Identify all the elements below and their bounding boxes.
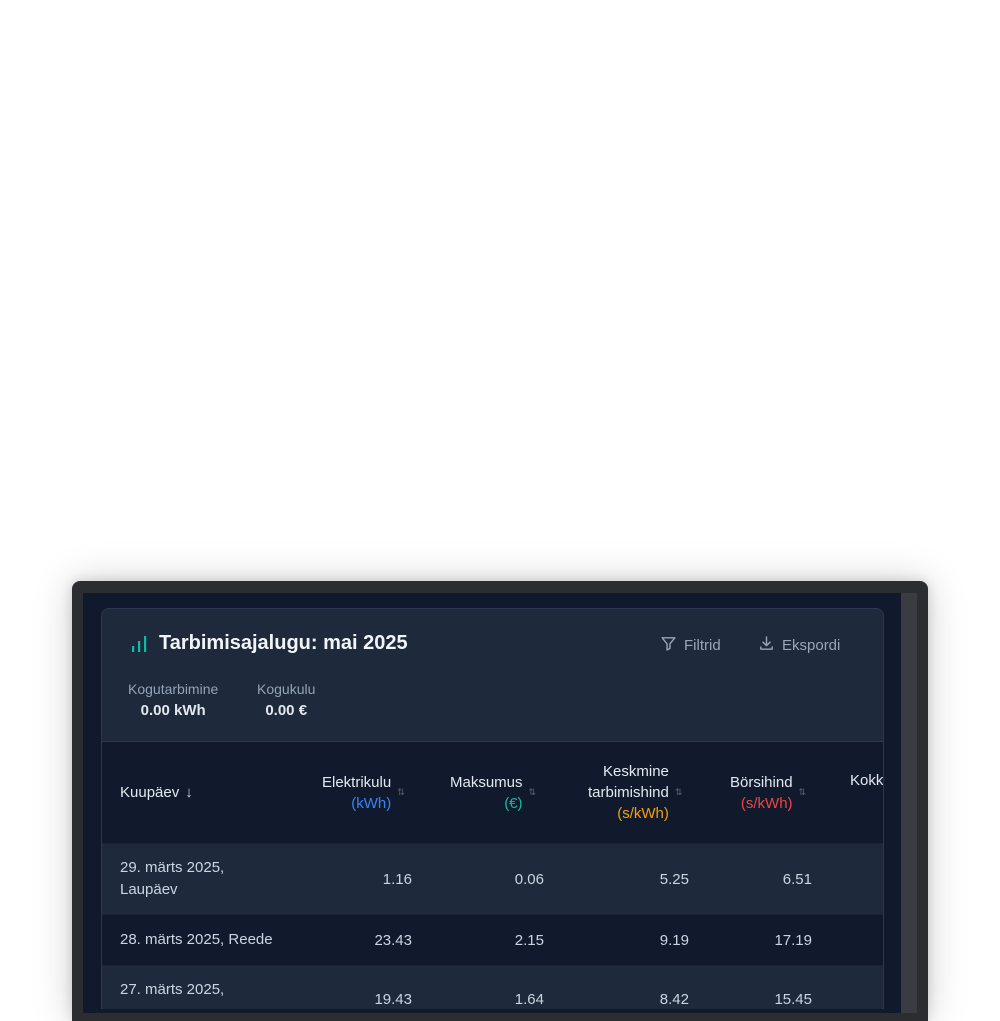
row-date: 27. märts 2025, (120, 966, 224, 1001)
total-consumption-value: 0.00 kWh (140, 702, 206, 719)
row-consumption: 1.16 (382, 870, 412, 888)
total-consumption-stat: Kogutarbimine 0.00 kWh (128, 681, 218, 719)
row-exchange-price: 15.45 (774, 991, 812, 1008)
col-avg-price-unit: (s/kWh) (617, 805, 669, 822)
col-total-header[interactable]: Kokk (850, 742, 883, 843)
sort-icon: ⇅ (528, 787, 537, 797)
col-avg-price-label-line2: tarbimishind (588, 784, 669, 801)
col-cost-label: Maksumus (450, 773, 523, 791)
sort-icon: ⇅ (397, 787, 405, 797)
col-exchange-price-label: Börsihind (730, 773, 793, 791)
row-cost: 0.06 (514, 870, 544, 888)
consumption-history-card: Tarbimisajalugu: mai 2025 Filtrid Ekspor… (101, 608, 884, 1009)
total-consumption-label: Kogutarbimine (128, 681, 219, 697)
row-exchange-price: 17.19 (774, 931, 812, 949)
col-avg-price-header[interactable]: Keskmine tarbimishind (s/kWh) ⇅ (588, 742, 682, 843)
row-date: 28. märts 2025, Reede (120, 915, 273, 965)
table-row[interactable]: 28. märts 2025, Reede 23.43 2.15 9.19 17… (102, 914, 883, 965)
sort-icon: ⇅ (798, 787, 807, 797)
export-label: Ekspordi (782, 636, 841, 654)
bar-chart-icon (130, 635, 148, 658)
export-button[interactable]: Ekspordi (758, 634, 840, 656)
col-consumption-header[interactable]: Elektrikulu (kWh) ⇅ (322, 742, 405, 843)
consumption-table: Kuupäev ↓ Elektrikulu (kWh) ⇅ Maksumus (… (102, 741, 883, 1009)
total-cost-stat: Kogukulu 0.00 € (257, 681, 315, 719)
col-cost-header[interactable]: Maksumus (€) ⇅ (450, 742, 536, 843)
row-avg-price: 8.42 (659, 991, 689, 1008)
row-date-line1: 29. märts 2025, (120, 859, 225, 876)
col-exchange-price-header[interactable]: Börsihind (s/kWh) ⇅ (730, 742, 806, 843)
col-date-header[interactable]: Kuupäev ↓ (120, 742, 193, 843)
col-cost-unit: (€) (504, 794, 523, 812)
table-header: Kuupäev ↓ Elektrikulu (kWh) ⇅ Maksumus (… (102, 742, 883, 843)
row-avg-price: 9.19 (659, 931, 689, 949)
col-avg-price-label-line1: Keskmine (603, 763, 669, 780)
filters-button[interactable]: Filtrid (660, 634, 721, 656)
col-date-label: Kuupäev (120, 784, 180, 801)
col-consumption-label: Elektrikulu (322, 773, 392, 791)
total-cost-label: Kogukulu (257, 681, 316, 697)
col-total-label: Kokk (850, 772, 884, 789)
total-cost-value: 0.00 € (265, 702, 308, 719)
row-consumption: 19.43 (374, 991, 412, 1008)
row-date-line2: Laupäev (120, 881, 178, 898)
row-date-line1: 28. märts 2025, Reede (120, 931, 273, 948)
table-row[interactable]: 27. märts 2025, 19.43 1.64 8.42 15.45 (102, 965, 883, 1009)
row-cost: 2.15 (514, 931, 544, 949)
table-row[interactable]: 29. märts 2025, Laupäev 1.16 0.06 5.25 6… (102, 843, 883, 914)
scrollbar[interactable] (901, 593, 917, 1013)
row-exchange-price: 6.51 (782, 870, 812, 888)
row-consumption: 23.43 (374, 931, 412, 949)
filters-label: Filtrid (684, 636, 721, 654)
card-header: Tarbimisajalugu: mai 2025 Filtrid Ekspor… (102, 609, 883, 741)
filter-icon (660, 635, 677, 656)
arrow-down-icon: ↓ (185, 784, 193, 801)
row-cost: 1.64 (514, 991, 544, 1008)
row-date: 29. märts 2025, Laupäev (120, 844, 224, 914)
row-date-line1: 27. märts 2025, (120, 981, 225, 998)
col-consumption-unit: (kWh) (351, 794, 392, 812)
col-exchange-price-unit: (s/kWh) (740, 794, 793, 812)
sort-icon: ⇅ (674, 787, 683, 797)
row-avg-price: 5.25 (659, 870, 689, 888)
download-icon (758, 635, 775, 656)
page-title: Tarbimisajalugu: mai 2025 (159, 632, 408, 654)
